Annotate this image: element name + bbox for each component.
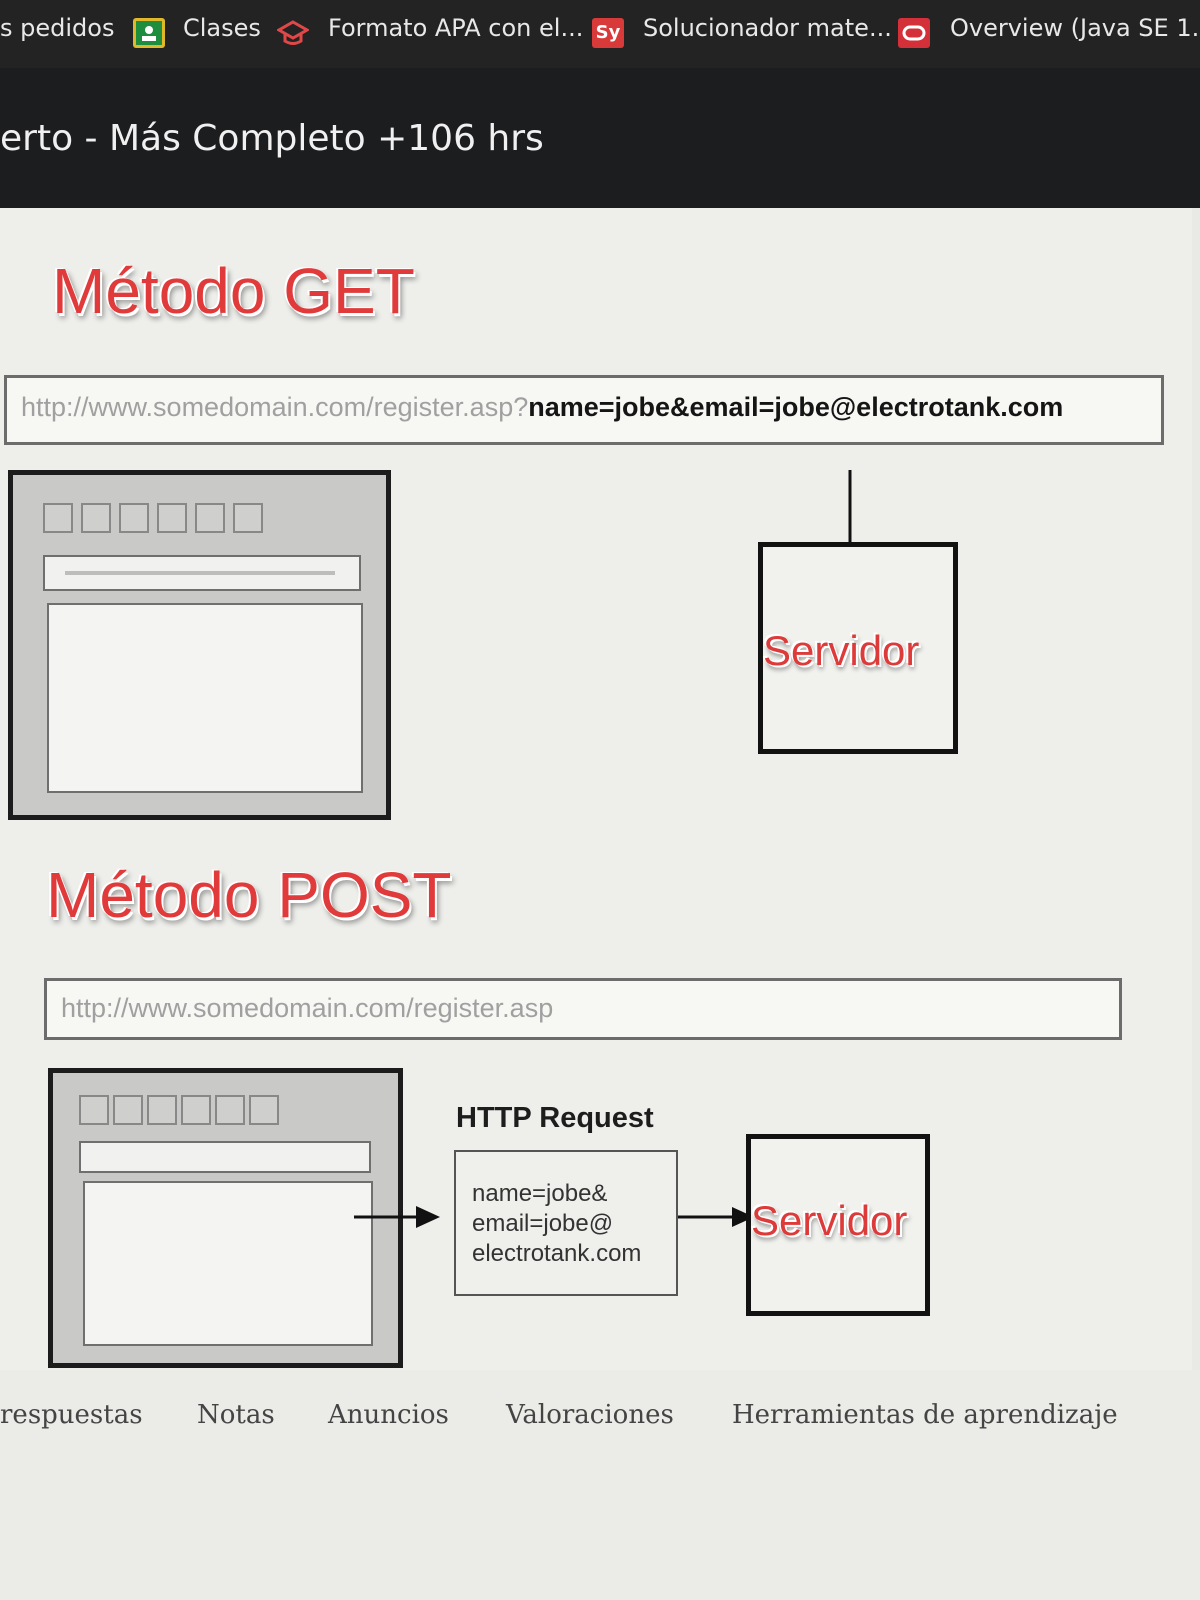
- toolbar-button: [249, 1095, 279, 1125]
- course-title: erto - Más Completo +106 hrs: [0, 118, 544, 159]
- request-line: email=jobe@: [472, 1210, 614, 1237]
- google-classroom-icon: [133, 18, 165, 48]
- mini-address-bar: [79, 1141, 371, 1173]
- post-url-bar: http://www.somedomain.com/register.asp: [44, 978, 1122, 1040]
- mini-page-content: [83, 1181, 373, 1346]
- toolbar-button: [81, 503, 111, 533]
- bookmark-solucionador[interactable]: Solucionador mate...: [643, 14, 892, 42]
- post-browser-illustration: [48, 1068, 403, 1368]
- toolbar-button: [113, 1095, 143, 1125]
- mini-address-bar: [43, 555, 361, 591]
- bookmark-formato-apa[interactable]: Formato APA con el...: [328, 14, 583, 42]
- toolbar-button: [147, 1095, 177, 1125]
- tab-respuestas[interactable]: respuestas: [0, 1400, 143, 1430]
- toolbar-button: [181, 1095, 211, 1125]
- tab-anuncios[interactable]: Anuncios: [328, 1400, 449, 1430]
- post-url-text: http://www.somedomain.com/register.asp: [61, 993, 554, 1023]
- tab-herramientas[interactable]: Herramientas de aprendizaje: [732, 1400, 1118, 1430]
- toolbar-button: [157, 503, 187, 533]
- oracle-icon: [898, 18, 930, 48]
- course-header: erto - Más Completo +106 hrs: [0, 68, 1200, 208]
- request-line: name=jobe&: [472, 1180, 608, 1207]
- toolbar-button: [79, 1095, 109, 1125]
- course-tabs: respuestas Notas Anuncios Valoraciones H…: [0, 1370, 1200, 1600]
- mini-page-content: [47, 603, 363, 793]
- bookmarks-bar: s pedidos Clases Formato APA con el... S…: [0, 0, 1200, 68]
- toolbar-button: [215, 1095, 245, 1125]
- bookmark-pedidos[interactable]: s pedidos: [0, 14, 114, 42]
- request-line: electrotank.com: [472, 1240, 642, 1267]
- get-server: Servidor: [758, 542, 958, 754]
- post-server-label: Servidor: [751, 1197, 908, 1244]
- get-url-bar: http://www.somedomain.com/register.asp?n…: [4, 375, 1164, 445]
- get-browser-illustration: [8, 470, 391, 820]
- graduation-cap-icon: [275, 18, 311, 48]
- bookmark-java-overview[interactable]: Overview (Java SE 1...: [950, 14, 1200, 42]
- get-heading: Método GET: [52, 255, 415, 327]
- get-server-label: Servidor: [763, 627, 920, 674]
- toolbar-button: [195, 503, 225, 533]
- symbolab-icon: Sy: [592, 18, 624, 48]
- tab-notas[interactable]: Notas: [197, 1400, 275, 1430]
- get-url-text: http://www.somedomain.com/register.asp?n…: [21, 392, 1064, 422]
- right-arrow-icon: [354, 1206, 440, 1228]
- bookmark-clases[interactable]: Clases: [183, 14, 261, 42]
- http-request-box: name=jobe& email=jobe@ electrotank.com: [454, 1150, 678, 1296]
- post-heading: Método POST: [46, 859, 452, 931]
- toolbar-button: [119, 503, 149, 533]
- tab-valoraciones[interactable]: Valoraciones: [506, 1400, 674, 1430]
- post-server: Servidor: [746, 1134, 930, 1316]
- toolbar-button: [233, 503, 263, 533]
- http-request-title: HTTP Request: [456, 1102, 654, 1134]
- lecture-slide: Método GET http://www.somedomain.com/reg…: [0, 208, 1192, 1370]
- toolbar-button: [43, 503, 73, 533]
